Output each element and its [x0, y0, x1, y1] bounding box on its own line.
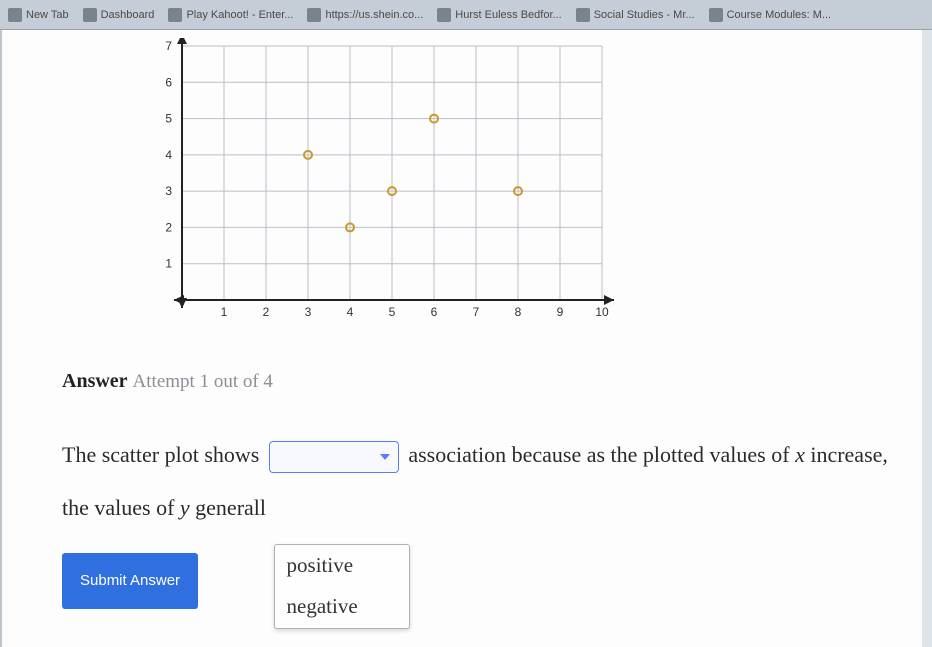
svg-text:6: 6 — [165, 75, 172, 89]
bookmark-label: Hurst Euless Bedfor... — [455, 9, 561, 21]
svg-text:4: 4 — [347, 305, 354, 319]
prompt-text: The scatter plot shows association becau… — [62, 429, 892, 609]
svg-text:5: 5 — [389, 305, 396, 319]
attempt-counter: Attempt 1 out of 4 — [133, 371, 273, 392]
page-content: 1 2 3 4 5 6 7 8 9 10 1 2 3 4 5 6 7 Answer Attempt 1 out … — [0, 30, 922, 647]
bookmark-icon — [576, 8, 590, 22]
bookmark-item[interactable]: Social Studies - Mr... — [576, 8, 695, 22]
bookmark-item[interactable]: Dashboard — [83, 8, 155, 22]
svg-text:10: 10 — [595, 305, 609, 319]
association-dropdown[interactable] — [269, 441, 399, 473]
variable-y: y — [180, 495, 190, 520]
bookmark-icon — [8, 8, 22, 22]
bookmark-label: Play Kahoot! - Enter... — [186, 9, 293, 21]
submit-answer-button[interactable]: Submit Answer — [62, 553, 198, 609]
answer-heading-label: Answer — [62, 370, 128, 392]
svg-text:2: 2 — [263, 305, 270, 319]
bookmark-item[interactable]: Course Modules: M... — [709, 8, 832, 22]
bookmark-icon — [437, 8, 451, 22]
svg-text:1: 1 — [165, 257, 172, 271]
answer-heading: Answer Attempt 1 out of 4 — [62, 370, 892, 393]
scatter-plot-svg: 1 2 3 4 5 6 7 8 9 10 1 2 3 4 5 6 7 — [152, 38, 622, 328]
svg-text:6: 6 — [431, 305, 438, 319]
svg-text:7: 7 — [473, 305, 480, 319]
svg-text:5: 5 — [165, 112, 172, 126]
dropdown-option-positive[interactable]: positive — [275, 545, 409, 587]
bookmark-item[interactable]: New Tab — [8, 8, 69, 22]
prompt-text-1: The scatter plot shows — [62, 442, 259, 467]
bookmark-label: Dashboard — [101, 9, 155, 21]
dropdown-option-negative[interactable]: negative — [275, 586, 409, 628]
bookmark-icon — [307, 8, 321, 22]
bookmark-label: Course Modules: M... — [727, 9, 832, 21]
prompt-text-4: the values of — [62, 495, 174, 520]
scatter-plot: 1 2 3 4 5 6 7 8 9 10 1 2 3 4 5 6 7 — [152, 38, 622, 328]
variable-x: x — [795, 442, 805, 467]
svg-text:2: 2 — [165, 220, 172, 234]
prompt-text-3: increase, — [810, 442, 888, 467]
svg-text:3: 3 — [305, 305, 312, 319]
bookmark-icon — [709, 8, 723, 22]
svg-text:1: 1 — [221, 305, 228, 319]
bookmark-label: https://us.shein.co... — [325, 9, 423, 21]
bookmark-item[interactable]: Play Kahoot! - Enter... — [168, 8, 293, 22]
bookmark-label: New Tab — [26, 9, 69, 21]
bookmark-icon — [168, 8, 182, 22]
svg-text:7: 7 — [165, 39, 172, 53]
svg-text:3: 3 — [165, 184, 172, 198]
bookmark-item[interactable]: https://us.shein.co... — [307, 8, 423, 22]
bookmark-icon — [83, 8, 97, 22]
dropdown-options-list: positive negative — [274, 544, 410, 629]
answer-section: Answer Attempt 1 out of 4 The scatter pl… — [62, 370, 892, 609]
svg-text:4: 4 — [165, 148, 172, 162]
bookmarks-bar: New Tab Dashboard Play Kahoot! - Enter... h… — [0, 0, 932, 30]
svg-text:9: 9 — [557, 305, 564, 319]
prompt-text-2: association because as the plotted value… — [408, 442, 789, 467]
bookmark-item[interactable]: Hurst Euless Bedfor... — [437, 8, 561, 22]
prompt-text-5: generall — [195, 495, 266, 520]
svg-text:8: 8 — [515, 305, 522, 319]
bookmark-label: Social Studies - Mr... — [594, 9, 695, 21]
